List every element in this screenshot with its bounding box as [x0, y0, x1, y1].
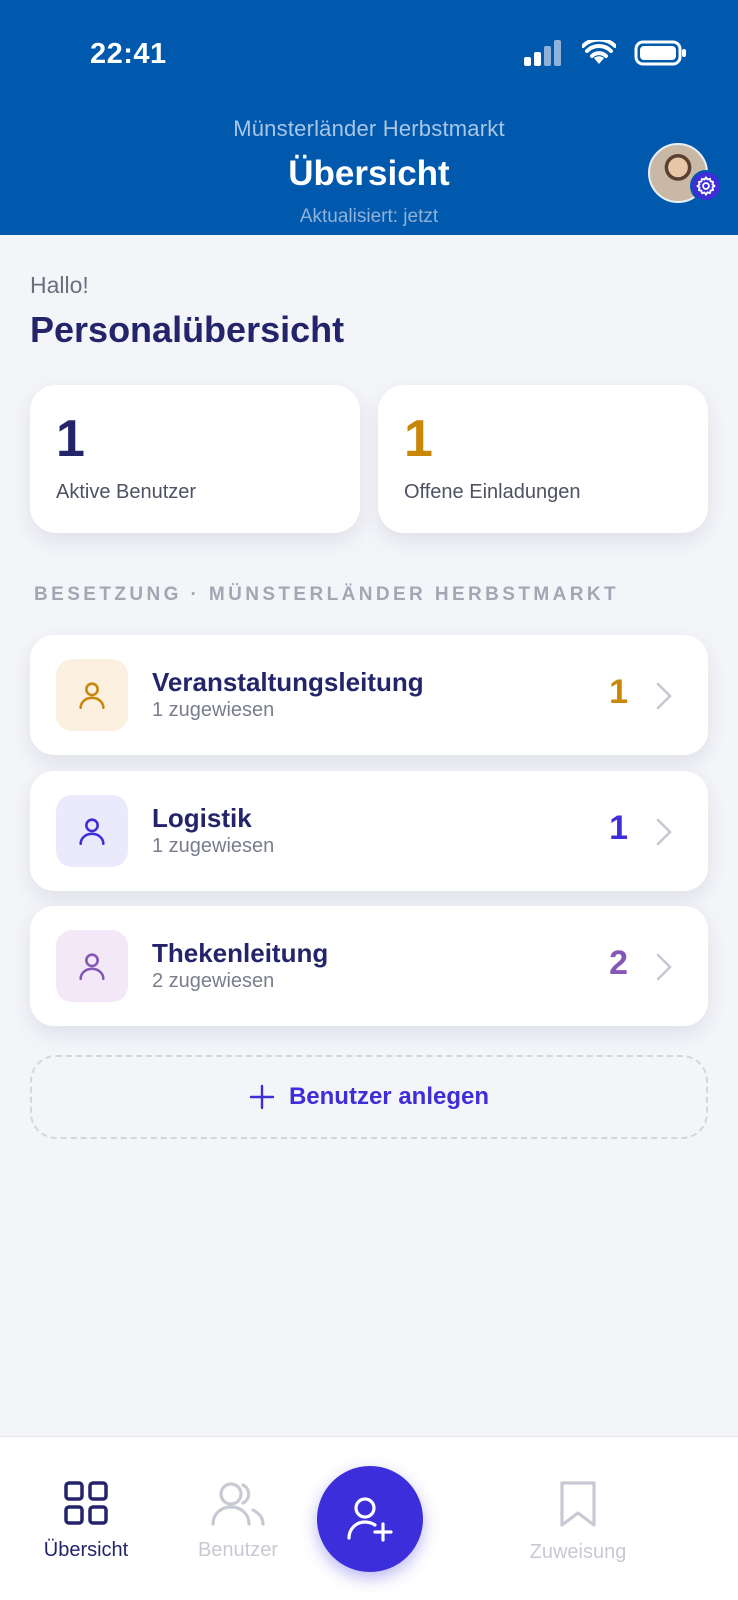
- tab-benutzer[interactable]: Benutzer: [168, 1480, 308, 1562]
- tab-zuweisung[interactable]: Zuweisung: [508, 1480, 648, 1564]
- settings-gear-icon[interactable]: [690, 170, 722, 202]
- event-name: Münsterländer Herbstmarkt: [233, 116, 505, 141]
- role-icon-box: [56, 930, 128, 1002]
- role-name: Logistik: [152, 803, 252, 833]
- chevron-right-icon: [656, 953, 672, 981]
- stat-label: Aktive Benutzer: [56, 481, 197, 503]
- app-header: 22:41 Münsterländer Herbstmarkt Übersich…: [0, 0, 738, 235]
- battery-icon: [634, 40, 686, 66]
- role-card-thekenleitung[interactable]: Thekenleitung 2 zugewiesen 2: [30, 906, 708, 1026]
- tab-uebersicht[interactable]: Übersicht: [16, 1480, 156, 1562]
- add-user-label: Benutzer anlegen: [288, 1083, 490, 1110]
- users-icon: [211, 1482, 265, 1526]
- plus-icon: [249, 1084, 275, 1110]
- stat-value: 1: [56, 410, 85, 468]
- role-name: Veranstaltungsleitung: [152, 667, 424, 697]
- status-icons: [524, 40, 688, 66]
- section-label: BESETZUNG · MÜNSTERLÄNDER HERBSTMARKT: [34, 584, 619, 605]
- role-card-logistik[interactable]: Logistik 1 zugewiesen 1: [30, 771, 708, 891]
- tab-label: Benutzer: [197, 1539, 279, 1561]
- stat-card-active-users[interactable]: 1 Aktive Benutzer: [30, 385, 360, 533]
- tab-label: Zuweisung: [529, 1541, 627, 1563]
- status-time: 22:41: [90, 38, 167, 70]
- grid-icon: [64, 1481, 108, 1525]
- add-user-icon: [347, 1497, 393, 1542]
- wifi-icon: [582, 40, 616, 64]
- person-icon: [79, 953, 105, 981]
- role-count: 1: [609, 809, 628, 847]
- role-card-veranstaltungsleitung[interactable]: Veranstaltungsleitung 1 zugewiesen 1: [30, 635, 708, 755]
- role-assigned: 1 zugewiesen: [152, 699, 275, 721]
- add-user-fab[interactable]: [317, 1466, 423, 1572]
- updated-status: Aktualisiert: jetzt: [299, 206, 439, 227]
- stat-value: 1: [404, 410, 433, 468]
- bookmark-icon: [560, 1481, 596, 1527]
- signal-icon: [524, 40, 561, 66]
- tab-label: Übersicht: [43, 1539, 129, 1561]
- header-title: Übersicht: [288, 154, 450, 193]
- person-icon: [79, 818, 105, 846]
- chevron-right-icon: [656, 682, 672, 710]
- stat-label: Offene Einladungen: [404, 481, 581, 503]
- role-count: 1: [609, 673, 628, 711]
- greeting: Hallo!: [30, 272, 89, 298]
- role-assigned: 2 zugewiesen: [152, 970, 275, 992]
- role-assigned: 1 zugewiesen: [152, 835, 275, 857]
- page-title: Personalübersicht: [30, 309, 345, 350]
- role-count: 2: [609, 944, 628, 982]
- add-user-button[interactable]: Benutzer anlegen: [30, 1055, 708, 1139]
- role-icon-box: [56, 795, 128, 867]
- stat-card-open-invitations[interactable]: 1 Offene Einladungen: [378, 385, 708, 533]
- person-icon: [79, 682, 105, 710]
- role-icon-box: [56, 659, 128, 731]
- role-name: Thekenleitung: [152, 938, 329, 968]
- chevron-right-icon: [656, 818, 672, 846]
